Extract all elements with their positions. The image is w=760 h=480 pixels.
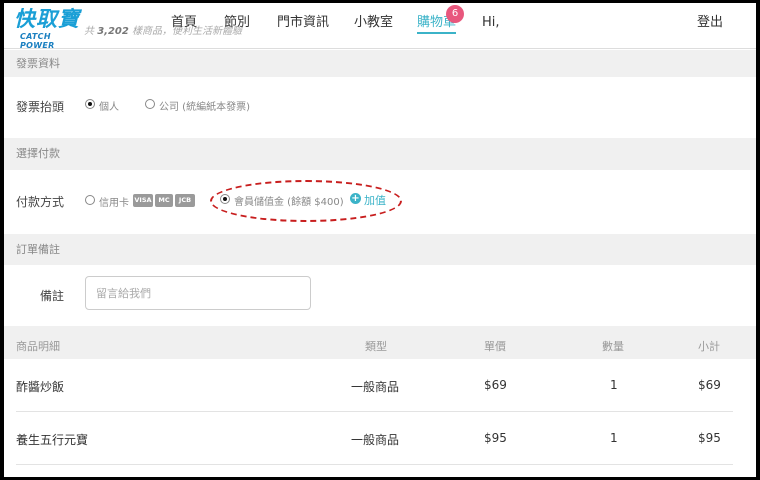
invoice-personal-label[interactable]: 個人 [99, 98, 119, 113]
item-name: 酢醬炒飯 [16, 380, 65, 394]
notes-section-header: 訂單備註 [4, 234, 756, 265]
col-header-name: 商品明細 [16, 340, 60, 353]
top-header: 快取寶 CATCH POWER 共 3,202 樣商品，便利生活新體驗 首頁 節… [4, 3, 756, 51]
col-header-qty: 數量 [602, 340, 624, 353]
member-balance-radio[interactable] [220, 194, 230, 204]
cart-count-badge: 6 [446, 5, 464, 23]
invoice-company-radio[interactable] [145, 99, 155, 109]
credit-card-label[interactable]: 信用卡 [99, 194, 129, 209]
col-header-price: 單價 [484, 340, 506, 353]
invoice-section-header: 發票資料 [4, 50, 756, 77]
item-subtotal: $95 [698, 431, 721, 445]
invoice-title-label: 發票抬頭 [16, 100, 65, 114]
credit-card-radio[interactable] [85, 195, 95, 205]
user-greeting: Hi, [482, 15, 500, 30]
visa-card-icon: VISA [133, 194, 153, 207]
col-header-type: 類型 [365, 340, 387, 353]
plus-circle-icon[interactable]: + [350, 193, 361, 204]
member-balance-label[interactable]: 會員儲值金 (餘額 $400) [234, 193, 344, 208]
item-subtotal: $69 [698, 378, 721, 392]
nav-category[interactable]: 節別 [224, 15, 250, 31]
nav-classroom[interactable]: 小教室 [354, 15, 393, 31]
col-header-subtotal: 小計 [698, 340, 720, 353]
payment-section-header: 選擇付款 [4, 138, 756, 170]
logo-text: 快取寶 [14, 6, 80, 31]
nav-stores[interactable]: 門市資訊 [277, 15, 329, 31]
mastercard-icon: MC [155, 194, 173, 207]
item-qty: 1 [610, 378, 618, 392]
row-divider [16, 464, 733, 465]
order-notes-input[interactable] [85, 276, 311, 310]
logout-link[interactable]: 登出 [697, 15, 723, 31]
jcb-card-icon: JCB [175, 194, 195, 207]
item-qty: 1 [610, 431, 618, 445]
product-count-tagline: 共 3,202 樣商品，便利生活新體驗 [84, 26, 243, 37]
item-name: 養生五行元寶 [16, 433, 89, 447]
nav-home[interactable]: 首頁 [171, 15, 197, 31]
item-type: 一般商品 [351, 433, 400, 447]
payment-method-label: 付款方式 [16, 195, 65, 209]
brand-logo[interactable]: 快取寶 CATCH POWER [14, 6, 84, 51]
product-count: 3,202 [97, 26, 129, 37]
item-price: $95 [484, 431, 507, 445]
invoice-personal-radio[interactable] [85, 99, 95, 109]
topup-link[interactable]: 加值 [364, 192, 386, 208]
invoice-company-label[interactable]: 公司 (統編紙本發票) [159, 98, 250, 113]
row-divider [16, 411, 733, 412]
item-price: $69 [484, 378, 507, 392]
notes-label: 備註 [40, 289, 65, 303]
item-type: 一般商品 [351, 380, 400, 394]
page-frame: 快取寶 CATCH POWER 共 3,202 樣商品，便利生活新體驗 首頁 節… [4, 3, 756, 477]
logo-subtext: CATCH POWER [20, 32, 55, 50]
